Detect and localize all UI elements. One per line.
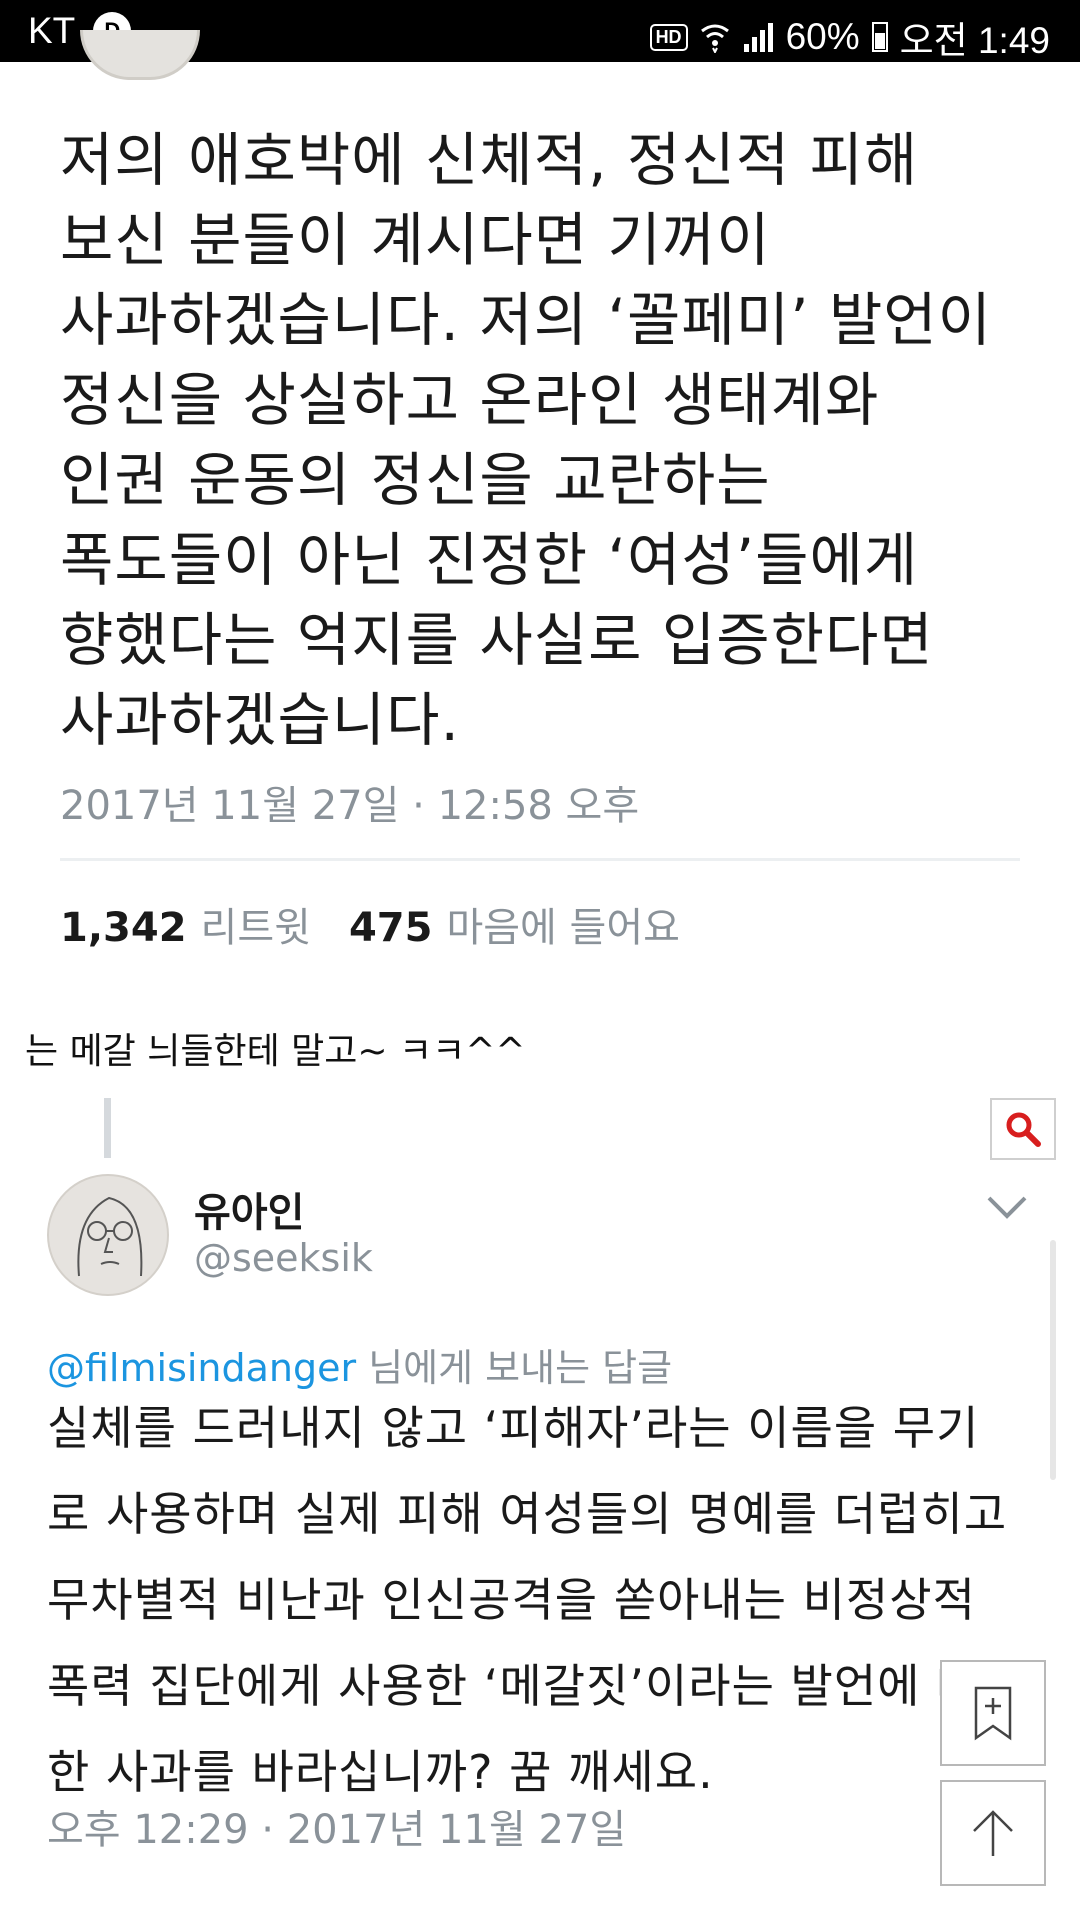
search-icon	[1006, 1112, 1041, 1147]
retweet-label[interactable]: 리트윗	[201, 895, 311, 953]
carrier-label: KT	[28, 10, 76, 51]
divider	[60, 858, 1020, 861]
signal-icon	[743, 23, 773, 52]
tweet-timestamp: 2017년 11월 27일 · 12:58 오후	[60, 783, 640, 829]
author-handle[interactable]: @seeksik	[194, 1236, 373, 1280]
chevron-down-icon[interactable]	[985, 1190, 1029, 1224]
wifi-icon	[700, 24, 729, 53]
like-count[interactable]: 475	[349, 905, 433, 951]
thread-line	[104, 1098, 111, 1158]
battery-icon	[871, 22, 888, 52]
avatar[interactable]	[47, 1174, 169, 1296]
status-right: HD 60% 오전 1:49	[649, 10, 1050, 64]
scroll-to-top-button[interactable]	[940, 1780, 1046, 1886]
arrow-up-icon	[973, 1810, 1013, 1856]
retweet-count[interactable]: 1,342	[60, 905, 187, 951]
scrollbar[interactable]	[1050, 1240, 1056, 1480]
bookmark-button[interactable]	[940, 1660, 1046, 1766]
tweet-stats: 1,342 리트윗 475 마음에 들어요	[60, 895, 704, 953]
bookmark-add-icon	[974, 1686, 1012, 1741]
like-label[interactable]: 마음에 들어요	[446, 895, 680, 953]
tweet-timestamp: 오후 12:29 · 2017년 11월 27일	[47, 1807, 627, 1853]
search-button[interactable]	[990, 1098, 1056, 1160]
avatar-sketch-icon	[77, 1196, 143, 1277]
hd-icon: HD	[649, 23, 688, 51]
post-caption: 는 메갈 늬들한테 말고~ ㅋㅋ^^	[25, 1031, 526, 1072]
tweet-text: 실체를 드러내지 않고 ‘피해자’라는 이름을 무기 로 사용하며 실제 피해 …	[47, 1401, 1008, 1799]
author-name[interactable]: 유아인	[194, 1180, 304, 1238]
clock: 오전 1:49	[899, 20, 1050, 61]
reply-to-suffix: 님에게 보내는 답글	[356, 1346, 673, 1390]
battery-percent: 60%	[785, 16, 860, 57]
reply-context: @filmisindanger 님에게 보내는 답글	[47, 1337, 672, 1392]
avatar	[80, 30, 200, 80]
reply-to-handle[interactable]: @filmisindanger	[47, 1346, 356, 1390]
tweet-text: 저의 애호박에 신체적, 정신적 피해 보신 분들이 계시다면 기꺼이 사과하겠…	[60, 126, 993, 754]
